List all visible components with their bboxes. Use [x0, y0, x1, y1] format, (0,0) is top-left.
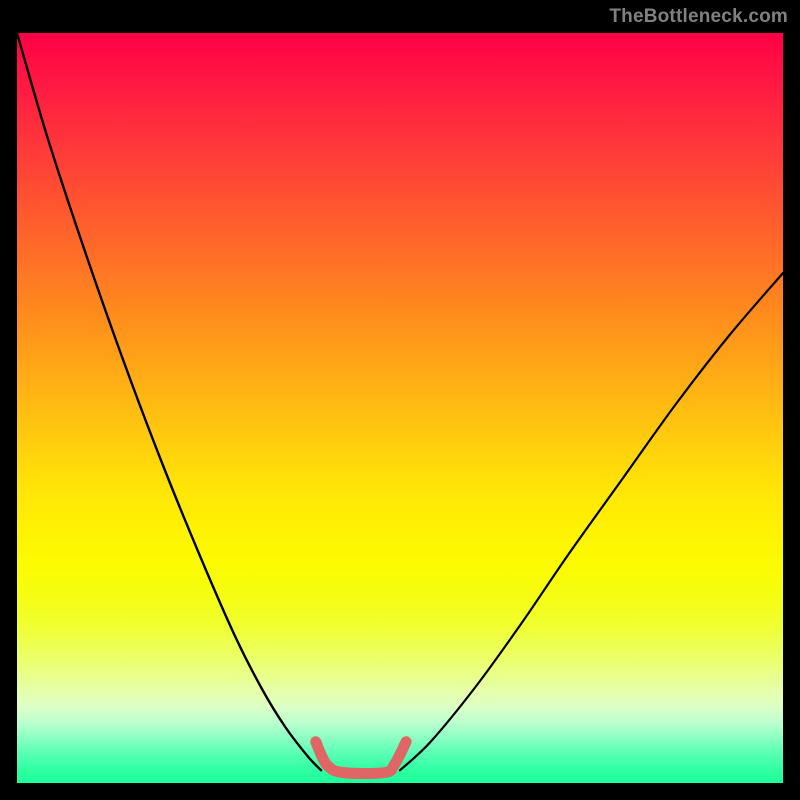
watermark-text: TheBottleneck.com [609, 6, 788, 28]
chart-svg [17, 33, 783, 783]
curve-left-branch [17, 33, 321, 770]
curve-bottom-mark [316, 742, 406, 774]
chart-stage: TheBottleneck.com [0, 0, 800, 800]
plot-area [17, 33, 783, 783]
curve-right-branch [400, 273, 783, 770]
